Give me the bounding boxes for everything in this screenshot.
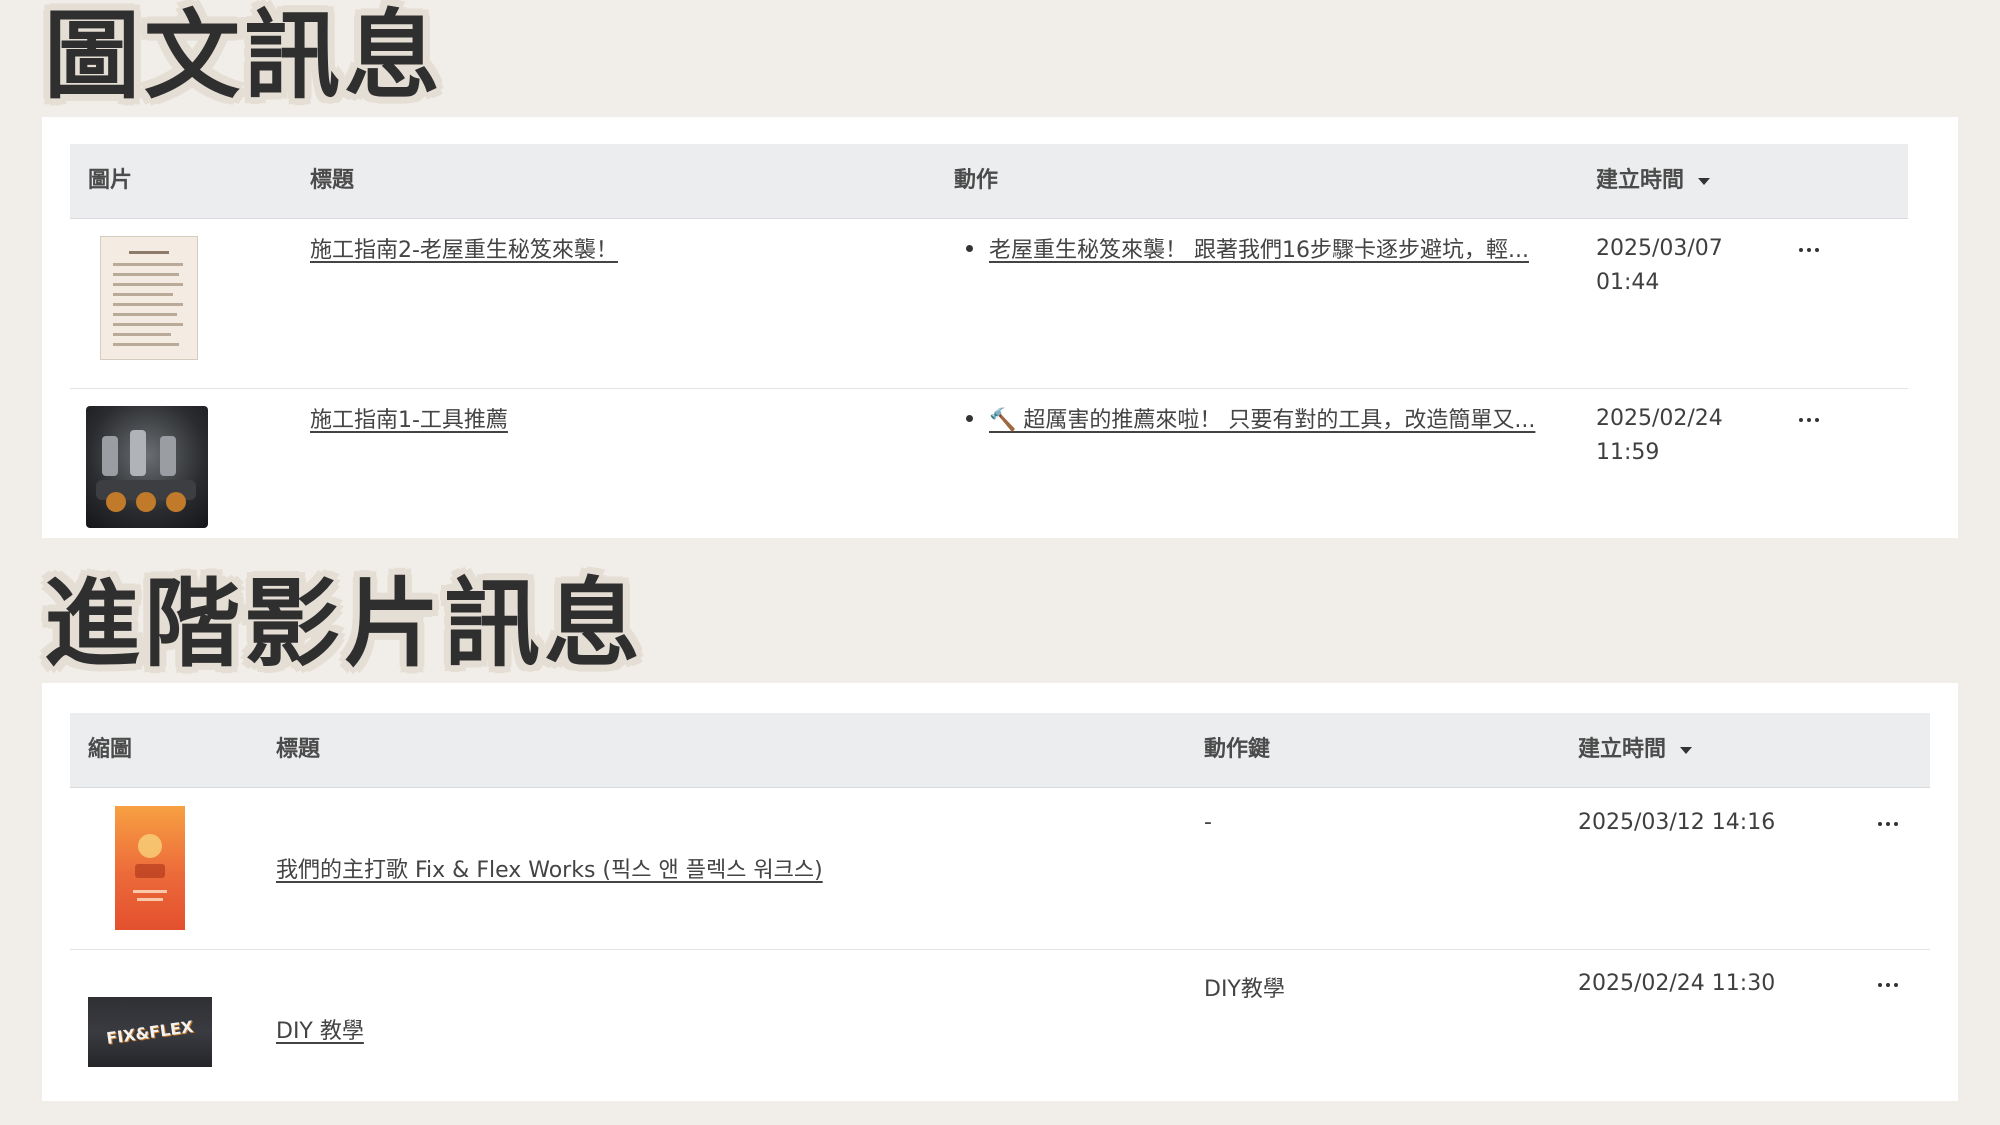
sort-desc-icon — [1680, 746, 1693, 754]
action-key-value: - — [1204, 810, 1212, 835]
created-clock: 01:44 — [1596, 270, 1660, 295]
power-tools-thumbnail[interactable] — [86, 406, 208, 528]
header-image: 圖片 — [88, 168, 133, 193]
message-title-link[interactable]: 施工指南2-老屋重生秘笈來襲！ — [310, 232, 618, 264]
orange-poster-thumbnail[interactable] — [115, 806, 185, 930]
table-row: 施工指南2-老屋重生秘笈來襲！ 老屋重生秘笈來襲！ 跟著我們16步驟卡逐步避坑，… — [70, 218, 1908, 389]
action-link[interactable]: 老屋重生秘笈來襲！ 跟著我們16步驟卡逐步避坑，輕... — [989, 232, 1529, 264]
message-title-link[interactable]: 施工指南1-工具推薦 — [310, 402, 508, 434]
created-time: 2025/03/07 01:44 — [1596, 232, 1723, 300]
created-date: 2025/03/07 — [1596, 236, 1723, 261]
more-options-icon[interactable] — [1789, 238, 1829, 262]
action-list-item: 🔨 超厲害的推薦來啦！ 只要有對的工具，改造簡單又... — [966, 402, 1535, 434]
header-created-label: 建立時間 — [1578, 737, 1667, 762]
table-row: 施工指南1-工具推薦 🔨 超厲害的推薦來啦！ 只要有對的工具，改造簡單又... … — [70, 388, 1908, 558]
header-action-key: 動作鍵 — [1204, 737, 1271, 762]
video-messages-table: 縮圖 標題 動作鍵 建立時間 我們的主打歌 Fix & Flex Works (… — [42, 683, 1958, 1101]
action-list-item: 老屋重生秘笈來襲！ 跟著我們16步驟卡逐步避坑，輕... — [966, 232, 1529, 264]
logo-text: FIX&FLEX — [105, 1016, 195, 1048]
table-header: 圖片 標題 動作 建立時間 — [70, 144, 1908, 219]
more-options-icon[interactable] — [1789, 408, 1829, 432]
header-created-sortable[interactable]: 建立時間 — [1596, 144, 1711, 218]
action-link[interactable]: 🔨 超厲害的推薦來啦！ 只要有對的工具，改造簡單又... — [989, 402, 1535, 434]
table-row: FIX&FLEX DIY 教學 DIY教學 2025/02/24 11:30 — [70, 949, 1930, 1110]
sort-desc-icon — [1698, 177, 1711, 185]
table-header: 縮圖 標題 動作鍵 建立時間 — [70, 713, 1930, 788]
section-title-image-messages: 圖文訊息 — [44, 0, 444, 112]
more-options-icon[interactable] — [1868, 973, 1908, 997]
image-messages-table: 圖片 標題 動作 建立時間 施工指南2-老屋重生秘笈來襲！ 老屋重生秘笈來襲！ … — [42, 117, 1958, 538]
header-created-label: 建立時間 — [1596, 168, 1685, 193]
section-title-advanced-video-messages: 進階影片訊息 — [44, 568, 644, 680]
created-clock: 11:59 — [1596, 440, 1660, 465]
header-thumbnail: 縮圖 — [88, 737, 133, 762]
created-datetime: 2025/02/24 11:30 — [1578, 971, 1776, 996]
fix-and-flex-logo-thumbnail[interactable]: FIX&FLEX — [88, 997, 212, 1067]
header-title: 標題 — [276, 737, 321, 762]
video-title-link[interactable]: 我們的主打歌 Fix & Flex Works (픽스 앤 플렉스 워크스) — [276, 852, 823, 884]
created-time: 2025/02/24 11:59 — [1596, 402, 1723, 470]
action-key-value: DIY教學 — [1204, 977, 1285, 1002]
header-action: 動作 — [954, 168, 999, 193]
more-options-icon[interactable] — [1868, 812, 1908, 836]
video-title-link[interactable]: DIY 教學 — [276, 1013, 364, 1045]
created-datetime: 2025/03/12 14:16 — [1578, 810, 1776, 835]
header-created-sortable[interactable]: 建立時間 — [1578, 713, 1693, 787]
header-title: 標題 — [310, 168, 355, 193]
document-thumbnail[interactable] — [100, 236, 198, 360]
bullet-icon — [966, 414, 973, 422]
bullet-icon — [966, 244, 973, 252]
created-date: 2025/02/24 — [1596, 406, 1723, 431]
table-row: 我們的主打歌 Fix & Flex Works (픽스 앤 플렉스 워크스) -… — [70, 788, 1930, 950]
